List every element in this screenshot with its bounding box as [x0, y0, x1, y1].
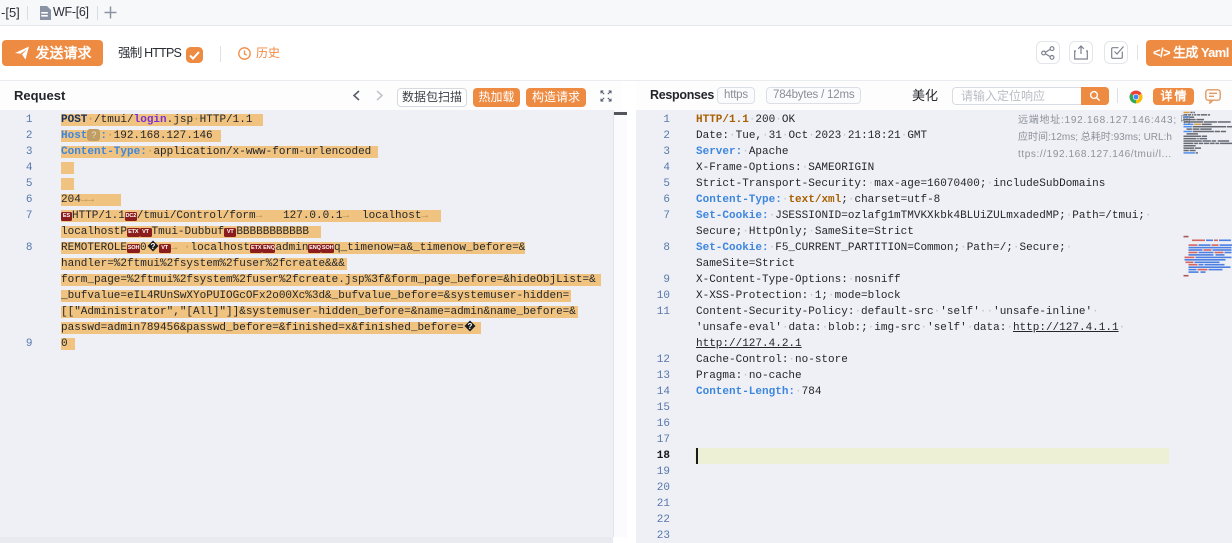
svg-text:?: ?: [150, 242, 155, 251]
svg-text:?: ?: [467, 322, 472, 331]
